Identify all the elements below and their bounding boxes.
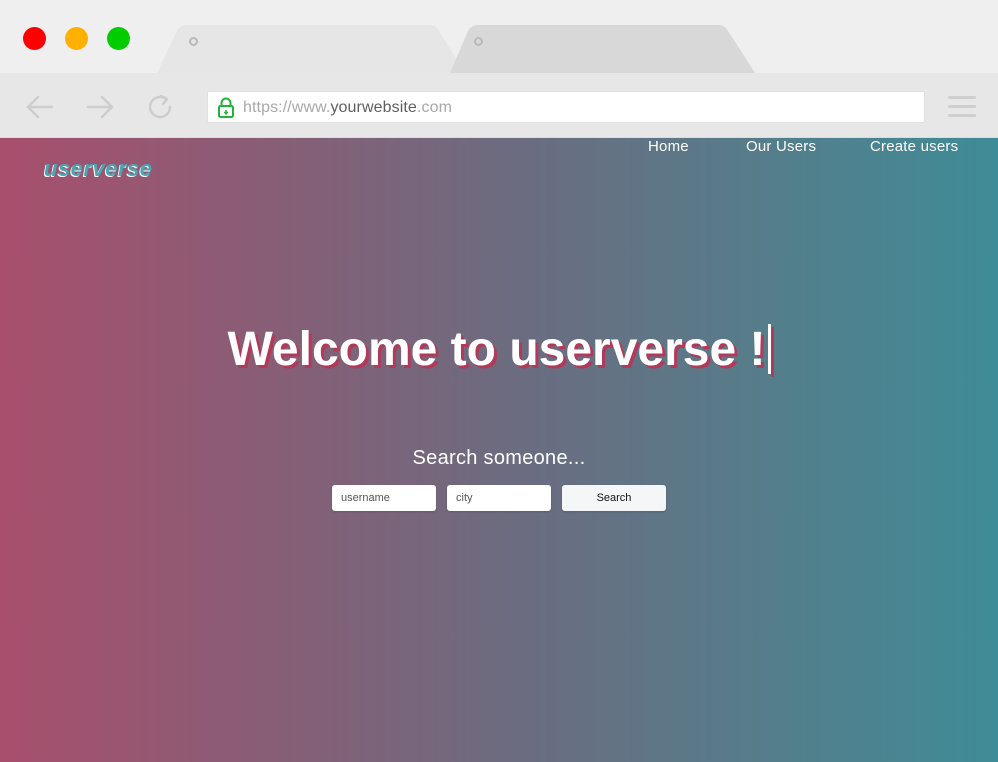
forward-button[interactable] bbox=[84, 93, 116, 121]
back-button[interactable] bbox=[24, 93, 56, 121]
site-logo[interactable]: userverse bbox=[44, 156, 152, 182]
url-suffix: .com bbox=[416, 99, 453, 116]
tab-shape bbox=[157, 25, 465, 73]
reload-button[interactable] bbox=[144, 93, 176, 121]
city-search-input[interactable] bbox=[447, 485, 551, 511]
username-search-input[interactable] bbox=[332, 485, 436, 511]
hero-title-text: Welcome to userverse ! bbox=[227, 323, 766, 376]
minimize-window-button[interactable] bbox=[65, 27, 88, 50]
typing-caret bbox=[767, 324, 771, 374]
nav-home-link[interactable]: Home bbox=[648, 138, 689, 155]
search-button[interactable]: Search bbox=[562, 485, 666, 511]
browser-tab-inactive[interactable] bbox=[450, 25, 755, 73]
nav-our-users-link[interactable]: Our Users bbox=[746, 138, 816, 155]
browser-toolbar: https://www.yourwebsite.com bbox=[0, 73, 998, 138]
tab-shape bbox=[450, 25, 755, 73]
lock-icon bbox=[218, 97, 234, 118]
reload-icon bbox=[148, 94, 172, 119]
address-bar[interactable]: https://www.yourwebsite.com bbox=[207, 91, 925, 123]
browser-menu-button[interactable] bbox=[948, 96, 976, 118]
url-prefix: https://www. bbox=[243, 99, 331, 116]
url-domain: yourwebsite bbox=[330, 99, 417, 116]
tab-favicon-icon bbox=[189, 37, 198, 46]
hamburger-menu-icon bbox=[948, 96, 976, 117]
webpage-viewport: userverse Home Our Users Create users We… bbox=[0, 138, 998, 762]
hero-title: Welcome to userverse ! bbox=[0, 322, 998, 378]
close-window-button[interactable] bbox=[23, 27, 46, 50]
browser-tab-active[interactable] bbox=[157, 25, 465, 73]
maximize-window-button[interactable] bbox=[107, 27, 130, 50]
tab-favicon-icon bbox=[474, 37, 483, 46]
url-text[interactable]: https://www.yourwebsite.com bbox=[243, 98, 452, 118]
back-arrow-icon bbox=[26, 95, 54, 119]
browser-titlebar bbox=[0, 0, 998, 73]
search-caption: Search someone... bbox=[412, 447, 586, 469]
nav-create-users-link[interactable]: Create users bbox=[870, 138, 958, 155]
forward-arrow-icon bbox=[86, 95, 114, 119]
